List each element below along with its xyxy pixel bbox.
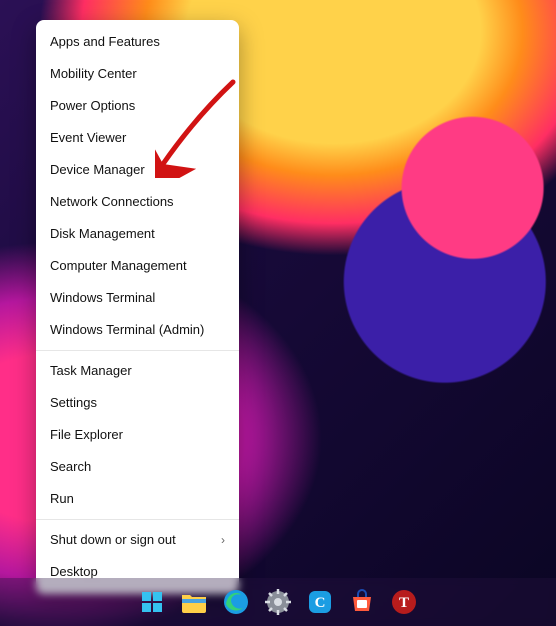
- menu-item-settings[interactable]: Settings: [36, 387, 239, 419]
- menu-item-windows-terminal-admin[interactable]: Windows Terminal (Admin): [36, 314, 239, 346]
- edge-icon[interactable]: [222, 588, 250, 616]
- menu-item-label: Network Connections: [50, 193, 174, 211]
- winx-context-menu: Apps and Features Mobility Center Power …: [36, 20, 239, 594]
- menu-item-label: Power Options: [50, 97, 135, 115]
- menu-item-task-manager[interactable]: Task Manager: [36, 355, 239, 387]
- menu-item-power-options[interactable]: Power Options: [36, 90, 239, 122]
- menu-item-label: Device Manager: [50, 161, 145, 179]
- menu-separator: [36, 350, 239, 351]
- menu-item-label: Computer Management: [50, 257, 187, 275]
- menu-item-label: Task Manager: [50, 362, 132, 380]
- menu-item-label: File Explorer: [50, 426, 123, 444]
- chat-icon[interactable]: C: [306, 588, 334, 616]
- menu-item-event-viewer[interactable]: Event Viewer: [36, 122, 239, 154]
- app-t-icon[interactable]: T: [390, 588, 418, 616]
- store-icon[interactable]: [348, 588, 376, 616]
- settings-icon[interactable]: [264, 588, 292, 616]
- file-explorer-icon[interactable]: [180, 588, 208, 616]
- menu-item-label: Mobility Center: [50, 65, 137, 83]
- menu-item-run[interactable]: Run: [36, 483, 239, 515]
- svg-text:T: T: [399, 595, 409, 611]
- menu-item-windows-terminal[interactable]: Windows Terminal: [36, 282, 239, 314]
- start-icon[interactable]: [138, 588, 166, 616]
- menu-separator: [36, 519, 239, 520]
- taskbar: C T: [0, 578, 556, 626]
- menu-item-network-connections[interactable]: Network Connections: [36, 186, 239, 218]
- desktop: Apps and Features Mobility Center Power …: [0, 0, 556, 626]
- menu-item-search[interactable]: Search: [36, 451, 239, 483]
- menu-item-apps-features[interactable]: Apps and Features: [36, 26, 239, 58]
- menu-item-label: Event Viewer: [50, 129, 126, 147]
- svg-text:C: C: [315, 595, 326, 611]
- menu-item-device-manager[interactable]: Device Manager: [36, 154, 239, 186]
- menu-item-label: Run: [50, 490, 74, 508]
- chevron-right-icon: ›: [221, 531, 225, 549]
- menu-item-mobility-center[interactable]: Mobility Center: [36, 58, 239, 90]
- menu-item-computer-management[interactable]: Computer Management: [36, 250, 239, 282]
- menu-item-label: Windows Terminal (Admin): [50, 321, 204, 339]
- menu-item-label: Apps and Features: [50, 33, 160, 51]
- menu-item-file-explorer[interactable]: File Explorer: [36, 419, 239, 451]
- menu-item-label: Disk Management: [50, 225, 155, 243]
- menu-item-disk-management[interactable]: Disk Management: [36, 218, 239, 250]
- menu-item-label: Search: [50, 458, 91, 476]
- menu-item-label: Windows Terminal: [50, 289, 155, 307]
- menu-item-label: Settings: [50, 394, 97, 412]
- menu-item-label: Shut down or sign out: [50, 531, 176, 549]
- menu-item-shut-down[interactable]: Shut down or sign out ›: [36, 524, 239, 556]
